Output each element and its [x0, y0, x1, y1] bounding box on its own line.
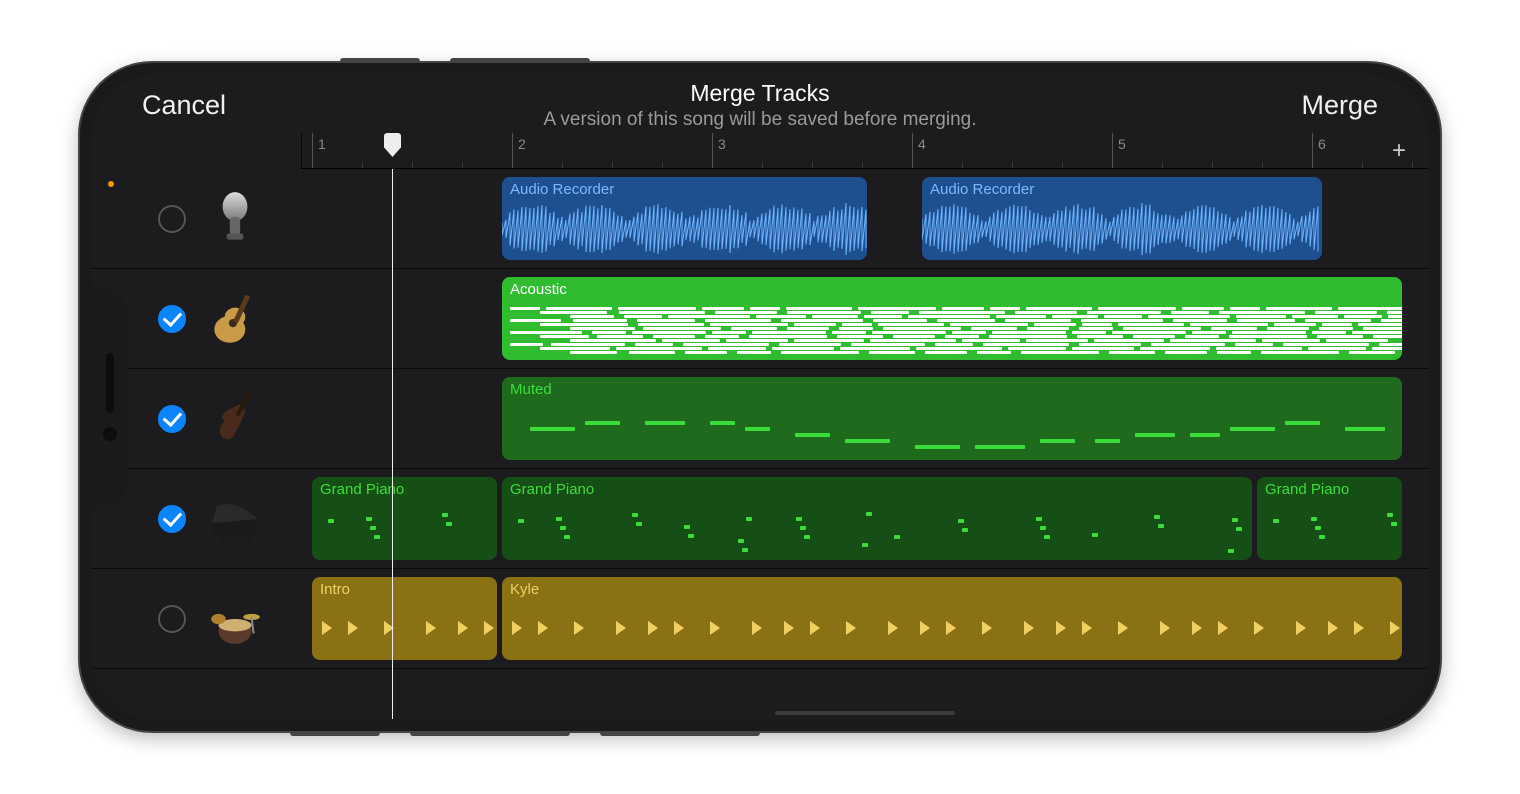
notch — [92, 287, 128, 507]
microphone-icon — [204, 188, 266, 250]
region[interactable]: Grand Piano — [312, 477, 497, 560]
phone-frame: Cancel Merge Tracks A version of this so… — [80, 63, 1440, 731]
header-title: Merge Tracks — [342, 80, 1178, 107]
track-select-checkbox[interactable] — [158, 305, 186, 333]
region[interactable]: Intro — [312, 577, 497, 660]
track-lane-grand-piano[interactable]: Grand Piano Grand Piano Grand Piano — [302, 469, 1428, 569]
timeline-area[interactable]: Audio Recorder Audio Recorder Acoustic Mute… — [302, 169, 1428, 719]
region-label: Intro — [320, 581, 489, 598]
timeline-ruler[interactable]: 123456 + — [302, 133, 1428, 169]
drum-kit-icon — [204, 588, 266, 650]
region[interactable]: Muted — [502, 377, 1402, 460]
scroll-indicator — [775, 711, 955, 715]
region[interactable]: Audio Recorder — [502, 177, 867, 260]
region-label: Grand Piano — [320, 481, 489, 498]
track-select-checkbox[interactable] — [158, 505, 186, 533]
region[interactable]: Grand Piano — [1257, 477, 1402, 560]
track-header-audio-recorder[interactable] — [92, 169, 302, 269]
region-label: Grand Piano — [1265, 481, 1394, 498]
region[interactable]: Kyle — [502, 577, 1402, 660]
track-select-checkbox[interactable] — [158, 205, 186, 233]
piano-icon — [204, 488, 266, 550]
region-label: Acoustic — [510, 281, 1394, 298]
header-subtitle: A version of this song will be saved bef… — [342, 109, 1178, 131]
track-select-checkbox[interactable] — [158, 605, 186, 633]
record-indicator-icon — [108, 181, 114, 187]
screen: Cancel Merge Tracks A version of this so… — [92, 75, 1428, 719]
acoustic-guitar-icon — [204, 288, 266, 350]
region-label: Audio Recorder — [510, 181, 859, 198]
track-lane-electric-guitar[interactable]: Muted — [302, 369, 1428, 469]
region-label: Kyle — [510, 581, 1394, 598]
region-label: Grand Piano — [510, 481, 1244, 498]
ruler-spacer — [92, 133, 302, 169]
region-label: Muted — [510, 381, 1394, 398]
region-label: Audio Recorder — [930, 181, 1314, 198]
add-track-button[interactable]: + — [1392, 137, 1406, 165]
region[interactable]: Acoustic — [502, 277, 1402, 360]
track-select-checkbox[interactable] — [158, 405, 186, 433]
region[interactable]: Grand Piano — [502, 477, 1252, 560]
region[interactable]: Audio Recorder — [922, 177, 1322, 260]
header-bar: Cancel Merge Tracks A version of this so… — [92, 75, 1428, 133]
track-lane-acoustic-guitar[interactable]: Acoustic — [302, 269, 1428, 369]
track-lane-audio-recorder[interactable]: Audio Recorder Audio Recorder — [302, 169, 1428, 269]
track-lane-drums[interactable]: Intro Kyle — [302, 569, 1428, 669]
cancel-button[interactable]: Cancel — [142, 90, 226, 120]
track-header-drums[interactable] — [92, 569, 302, 669]
merge-button[interactable]: Merge — [1301, 90, 1378, 120]
electric-guitar-icon — [204, 388, 266, 450]
